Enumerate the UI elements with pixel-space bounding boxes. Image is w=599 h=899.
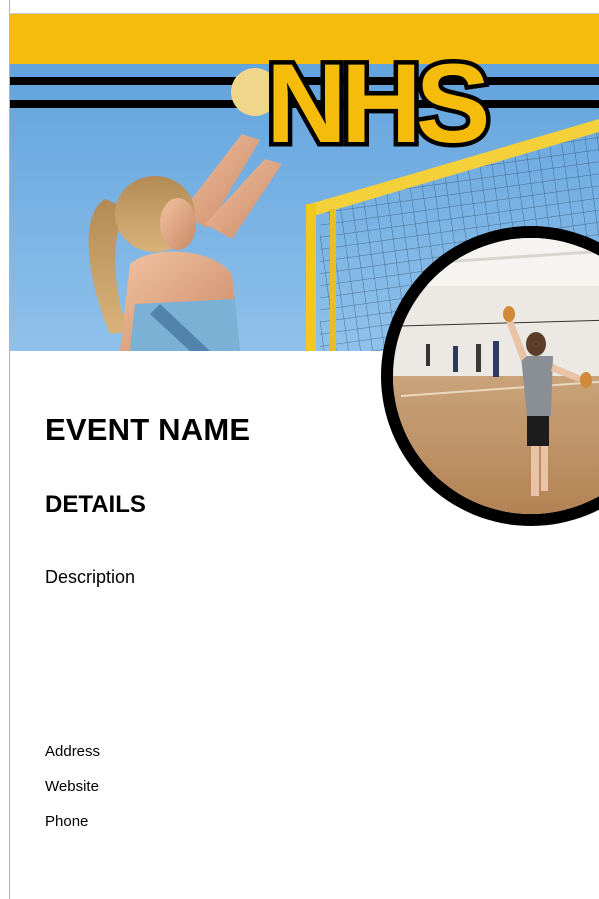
event-name-heading: EVENT NAME <box>45 412 251 447</box>
details-heading: DETAILS <box>45 491 146 518</box>
phone-text: Phone <box>45 813 89 830</box>
circle-photo-indoor-volleyball <box>381 226 599 526</box>
website-text: Website <box>45 778 99 795</box>
address-text: Address <box>45 743 101 760</box>
description-text: Description <box>45 567 136 587</box>
svg-text:NHS: NHS <box>266 46 487 156</box>
nhs-logo: NHS <box>262 37 592 171</box>
